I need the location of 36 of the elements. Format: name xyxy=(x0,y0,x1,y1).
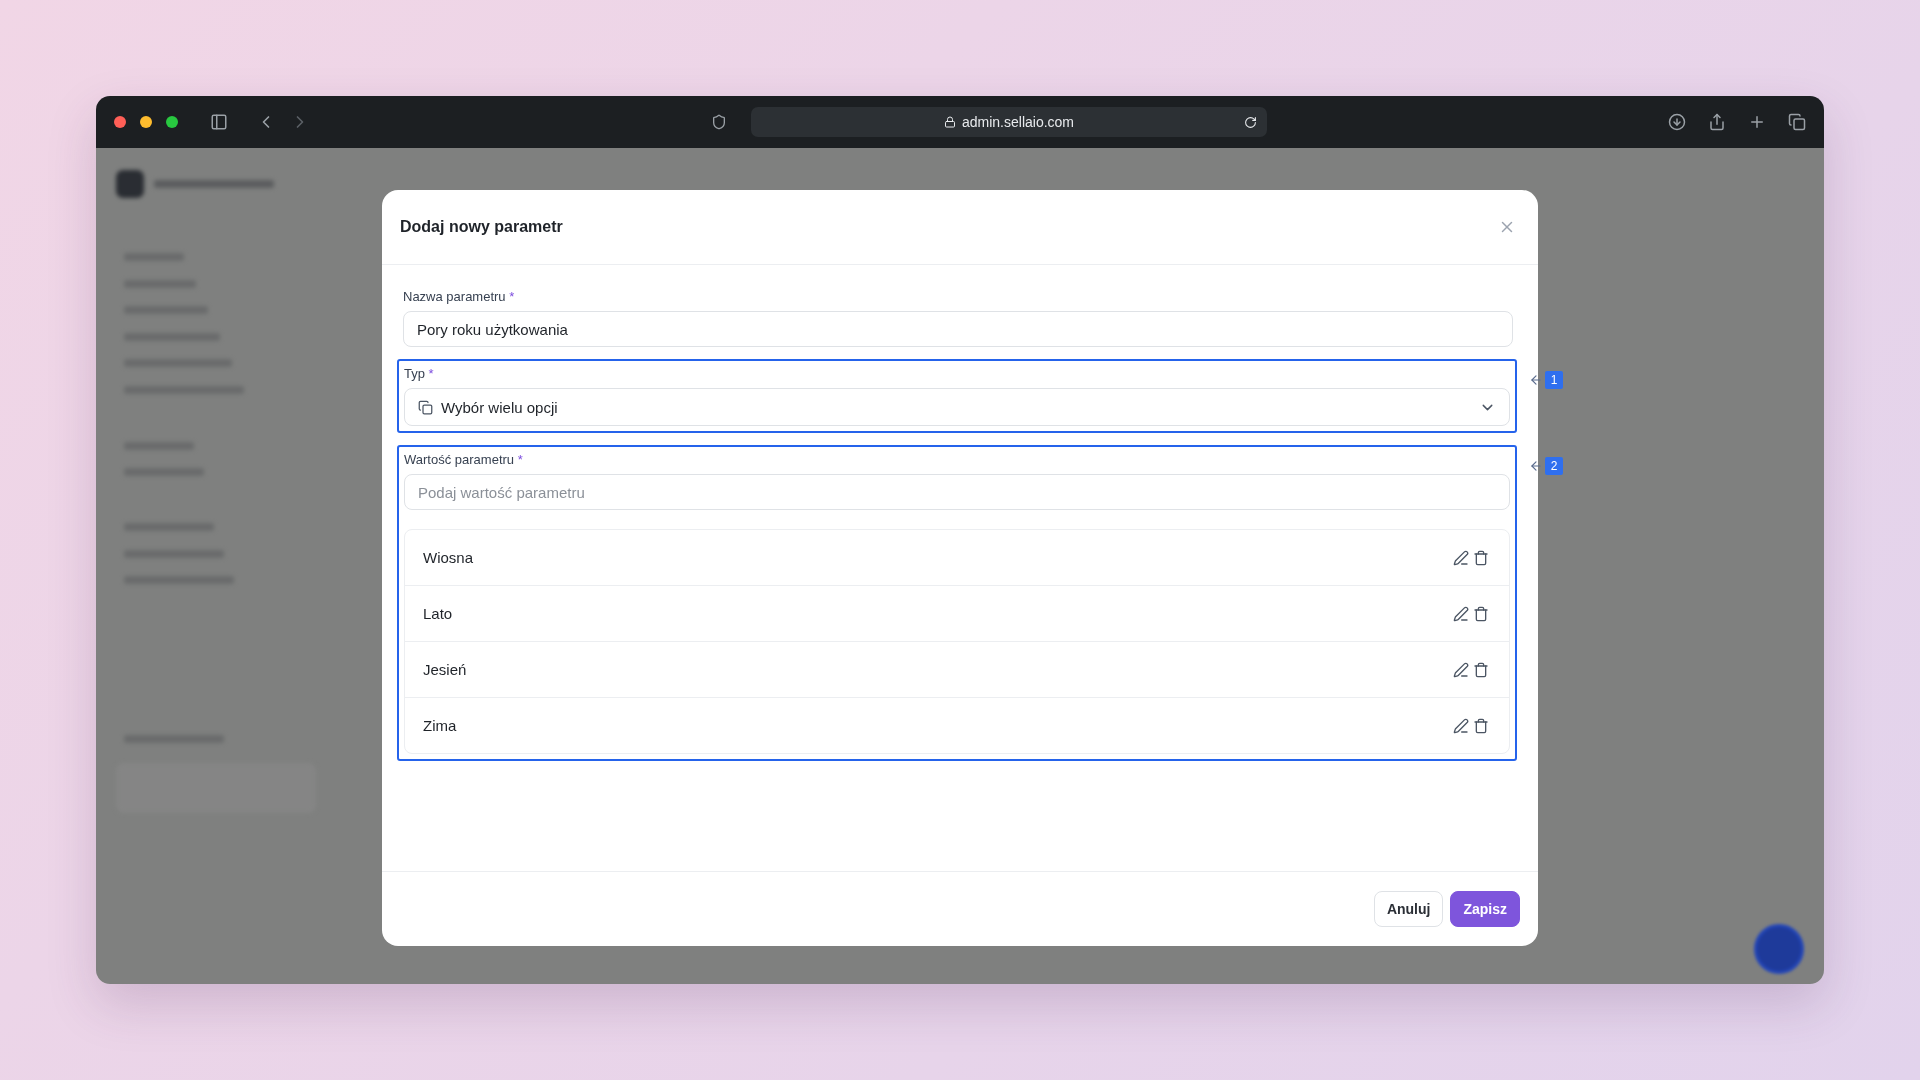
value-item: Lato xyxy=(423,605,454,622)
tabs-icon[interactable] xyxy=(1788,113,1806,131)
field-label: Typ * xyxy=(404,366,435,381)
annotation-badge: 1 xyxy=(1545,371,1563,389)
name-input[interactable]: Pory roku użytkowania xyxy=(403,311,1513,347)
chat-bubble[interactable] xyxy=(1754,924,1804,974)
required-mark: * xyxy=(517,452,523,467)
edit-icon[interactable] xyxy=(1451,717,1471,734)
copy-icon xyxy=(418,399,433,415)
download-icon[interactable] xyxy=(1668,113,1686,131)
save-button[interactable]: Zapisz xyxy=(1450,891,1520,927)
dialog-title: Dodaj nowy parametr xyxy=(400,218,563,236)
value-item: Zima xyxy=(423,717,458,734)
sidebar-icon[interactable] xyxy=(210,113,228,131)
required-mark: * xyxy=(509,289,515,304)
type-select[interactable]: Wybór wielu opcji xyxy=(404,388,1510,426)
shield-icon[interactable] xyxy=(711,114,727,130)
value-input[interactable]: Podaj wartość parametru xyxy=(404,474,1510,510)
new-tab-icon[interactable] xyxy=(1748,113,1766,131)
field-label: Nazwa parametru * xyxy=(403,289,516,304)
lock-icon xyxy=(943,116,956,128)
minimize-window-icon[interactable] xyxy=(140,116,152,128)
annotation-badge: 2 xyxy=(1545,457,1563,475)
edit-icon[interactable] xyxy=(1451,661,1471,678)
reload-icon[interactable] xyxy=(1244,115,1257,129)
edit-icon[interactable] xyxy=(1451,605,1471,622)
address-bar[interactable]: admin.sellaio.com xyxy=(751,107,1267,137)
zoom-window-icon[interactable] xyxy=(166,116,178,128)
value-item: Jesień xyxy=(423,661,468,678)
field-label: Wartość parametru * xyxy=(404,452,524,467)
close-window-icon[interactable] xyxy=(114,116,126,128)
share-icon[interactable] xyxy=(1708,113,1726,131)
cancel-button[interactable]: Anuluj xyxy=(1373,891,1444,927)
edit-icon[interactable] xyxy=(1451,549,1471,566)
required-mark: * xyxy=(428,366,434,381)
value-item: Wiosna xyxy=(423,549,475,566)
